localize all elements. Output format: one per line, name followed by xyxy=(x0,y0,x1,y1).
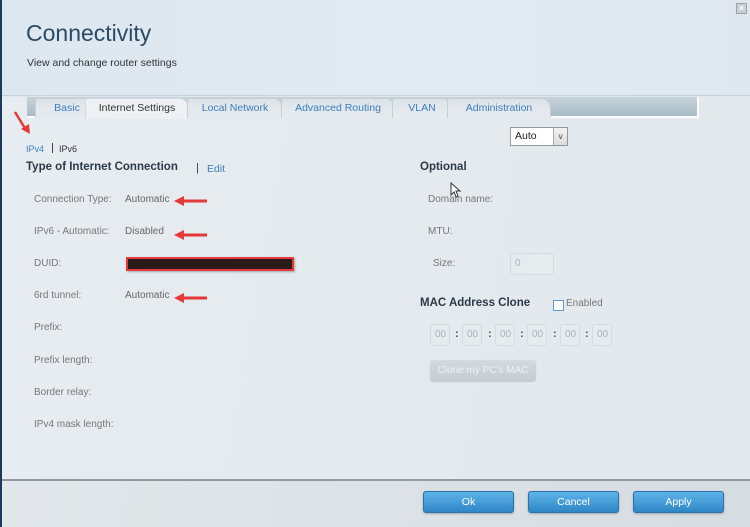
tab-advanced-routing[interactable]: Advanced Routing xyxy=(281,98,395,118)
annotation-arrow-6rd-tunnel xyxy=(174,293,207,303)
ip-version-subtabs: IPv4 IPv6 xyxy=(26,143,77,154)
ipv4-mask-length-label: IPv4 mask length: xyxy=(34,419,114,430)
prefix-label: Prefix: xyxy=(34,322,63,333)
mac-separator: : xyxy=(455,328,459,340)
mac-clone-enabled-label: Enabled xyxy=(566,298,603,309)
mac-separator: : xyxy=(553,328,557,340)
border-relay-label: Border relay: xyxy=(34,387,92,398)
mtu-select[interactable]: Auto ∨ xyxy=(510,127,568,146)
page-title: Connectivity xyxy=(26,20,152,46)
mac-octet-5[interactable]: 00 xyxy=(560,324,580,346)
tab-local-network[interactable]: Local Network xyxy=(187,98,283,118)
connection-section-title: Type of Internet Connection xyxy=(26,161,178,173)
page-header: Connectivity View and change router sett… xyxy=(2,0,750,96)
annotation-arrow-connection-type xyxy=(174,196,207,206)
6rd-tunnel-value: Automatic xyxy=(125,290,170,301)
cancel-button[interactable]: Cancel xyxy=(528,491,619,513)
mac-octet-3[interactable]: 00 xyxy=(495,324,515,346)
mac-clone-section-title: MAC Address Clone xyxy=(420,297,531,309)
mtu-size-input[interactable]: 0 xyxy=(510,253,554,275)
subtab-divider xyxy=(52,143,54,153)
annotation-arrow-ipv6 xyxy=(174,230,207,240)
connection-type-label: Connection Type: xyxy=(34,194,112,205)
ok-button[interactable]: Ok xyxy=(423,491,514,513)
6rd-tunnel-label: 6rd tunnel: xyxy=(34,290,82,301)
tab-internet-settings[interactable]: Internet Settings xyxy=(85,98,189,119)
clone-mac-button[interactable]: Clone my PC's MAC xyxy=(430,360,536,381)
ipv6-automatic-label: IPv6 - Automatic: xyxy=(34,226,110,237)
mac-clone-enabled-checkbox[interactable] xyxy=(553,300,564,311)
mtu-label: MTU: xyxy=(428,226,453,237)
tab-vlan[interactable]: VLAN xyxy=(392,98,452,118)
subtab-ipv4[interactable]: IPv4 xyxy=(26,144,44,154)
mac-octet-2[interactable]: 00 xyxy=(462,324,482,346)
chevron-down-icon: ∨ xyxy=(553,128,567,145)
mtu-select-value: Auto xyxy=(515,130,537,142)
duid-redacted-value xyxy=(126,257,294,271)
tab-bar: Basic Internet Settings Local Network Ad… xyxy=(27,97,699,119)
tab-administration[interactable]: Administration xyxy=(447,98,551,118)
footer-bar: Ok Cancel Apply xyxy=(2,481,750,527)
mac-separator: : xyxy=(488,328,492,340)
page-subtitle: View and change router settings xyxy=(27,57,177,69)
ipv6-automatic-value: Disabled xyxy=(125,226,164,237)
duid-label: DUID: xyxy=(34,258,62,269)
mouse-cursor-icon xyxy=(450,182,462,198)
content-area: Basic Internet Settings Local Network Ad… xyxy=(2,97,750,482)
apply-button[interactable]: Apply xyxy=(633,491,724,513)
annotation-arrow-ipv4 xyxy=(13,111,30,134)
close-icon[interactable]: × xyxy=(736,3,747,14)
mac-separator: : xyxy=(520,328,524,340)
edit-link[interactable]: Edit xyxy=(207,163,225,175)
optional-section-title: Optional xyxy=(420,161,467,173)
mac-octet-1[interactable]: 00 xyxy=(430,324,450,346)
mtu-size-label: Size: xyxy=(433,258,456,269)
mac-octet-4[interactable]: 00 xyxy=(527,324,547,346)
prefix-length-label: Prefix length: xyxy=(34,355,93,366)
subtab-ipv6[interactable]: IPv6 xyxy=(59,144,77,154)
mac-octet-6[interactable]: 00 xyxy=(592,324,612,346)
mac-separator: : xyxy=(585,328,589,340)
connection-type-value: Automatic xyxy=(125,194,170,205)
title-divider: | xyxy=(196,162,199,174)
